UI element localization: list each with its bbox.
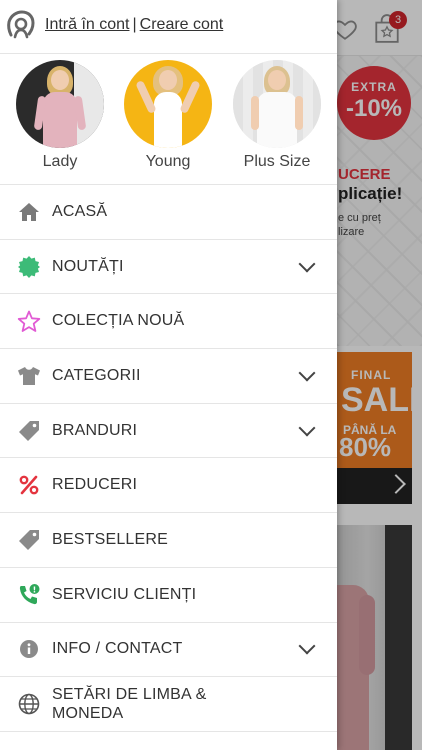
category-young[interactable]: Young — [122, 60, 214, 171]
phone-icon: ! — [17, 583, 41, 607]
home-icon — [17, 200, 41, 224]
chevron-down-icon[interactable] — [298, 419, 316, 437]
menu-item-new-collection[interactable]: COLECȚIA NOUĂ — [0, 294, 337, 350]
menu-item-bestsellers-label: BESTSELLERE — [52, 530, 169, 548]
auth-separator: | — [132, 16, 137, 33]
navigation-drawer: Intră în cont | Creare cont Lady Young P… — [0, 0, 337, 750]
tshirt-icon — [17, 364, 41, 388]
category-lady-label: Lady — [42, 153, 78, 170]
language-currency-line2: MONEDA — [52, 705, 124, 723]
menu-item-sales[interactable]: REDUCERI — [0, 458, 337, 514]
menu-item-brands[interactable]: BRANDURI — [0, 404, 337, 459]
language-currency-line1: SETĂRI DE LIMBA & — [52, 686, 207, 704]
badge-icon — [17, 255, 41, 279]
menu-item-news-label: NOUTĂȚI — [52, 257, 124, 275]
menu-item-news[interactable]: NOUTĂȚI — [0, 240, 337, 295]
drawer-overlay[interactable] — [337, 0, 422, 750]
menu-item-brands-label: BRANDURI — [52, 421, 138, 439]
tag-icon — [17, 528, 41, 552]
auth-links: Intră în cont | Creare cont — [45, 16, 223, 34]
category-plus-size-label: Plus Size — [243, 153, 311, 170]
chevron-down-icon[interactable] — [298, 255, 316, 273]
category-lady[interactable]: Lady — [14, 60, 106, 171]
category-lady-image — [16, 60, 104, 148]
menu-item-info-contact-label: INFO / CONTACT — [52, 640, 183, 658]
menu-item-customer-service[interactable]: ! SERVICIU CLIENȚI — [0, 568, 337, 623]
menu-item-language-currency[interactable]: SETĂRI DE LIMBA & MONEDA — [0, 677, 337, 732]
menu-item-customer-service-label: SERVICIU CLIENȚI — [52, 585, 197, 603]
menu-item-sales-label: REDUCERI — [52, 476, 138, 494]
menu-item-categories-label: CATEGORII — [52, 366, 141, 384]
main-menu: ACASĂ NOUTĂȚI COLECȚIA NOUĂ CATEGORII BR… — [0, 185, 337, 732]
globe-icon — [17, 692, 41, 716]
menu-item-language-currency-label: SETĂRI DE LIMBA & MONEDA — [52, 685, 207, 723]
chevron-down-icon[interactable] — [298, 364, 316, 382]
chevron-down-icon[interactable] — [298, 637, 316, 655]
register-link[interactable]: Creare cont — [140, 16, 224, 33]
category-young-label: Young — [145, 153, 191, 170]
menu-item-info-contact[interactable]: INFO / CONTACT — [0, 623, 337, 678]
user-icon[interactable] — [5, 9, 37, 41]
category-plus-size[interactable]: Plus Size — [231, 60, 323, 171]
percent-icon — [17, 473, 41, 497]
category-young-image — [124, 60, 212, 148]
info-icon — [17, 637, 41, 661]
category-plus-size-image — [233, 60, 321, 148]
menu-item-home[interactable]: ACASĂ — [0, 185, 337, 240]
menu-item-categories[interactable]: CATEGORII — [0, 349, 337, 404]
tag-icon — [17, 419, 41, 443]
menu-item-bestsellers[interactable]: BESTSELLERE — [0, 513, 337, 568]
menu-item-home-label: ACASĂ — [52, 202, 108, 220]
category-shortcuts: Lady Young Plus Size — [0, 54, 337, 185]
login-link[interactable]: Intră în cont — [45, 16, 130, 33]
menu-item-new-collection-label: COLECȚIA NOUĂ — [52, 312, 185, 330]
account-bar: Intră în cont | Creare cont — [0, 0, 337, 54]
star-icon — [17, 309, 41, 333]
svg-text:!: ! — [33, 585, 37, 594]
